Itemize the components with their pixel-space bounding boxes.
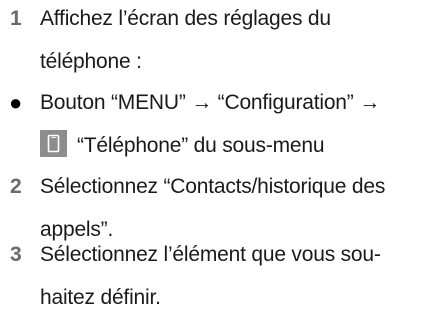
step-text-line: téléphone : [40,50,142,73]
step-text: Affichez l’écran des réglages du télépho… [40,2,428,79]
step-text-line: haitez définir. [40,286,161,309]
substep-text-line: Bouton “MENU” → “Configuration” → [40,91,381,114]
step-number: 1 [10,7,22,30]
instruction-page: 1 Affichez l’écran des réglages du télép… [0,0,430,317]
step-text-line: Sélectionnez l’élément que vous sou- [40,243,381,266]
step-number: 2 [10,175,22,198]
step-text: Sélectionnez “Contacts/historique des ap… [40,170,428,247]
step-text-line: Affichez l’écran des réglages du [40,7,331,30]
step-number: 3 [10,243,22,266]
substep-text-line: “Téléphone” du sous-menu [40,129,428,163]
substep-text: Bouton “MENU” → “Configuration” → “Télép… [40,86,428,163]
phone-icon [40,130,67,157]
step-text-line: Sélectionnez “Contacts/historique des [40,175,386,198]
step-text: Sélectionnez l’élément que vous sou- hai… [40,238,428,315]
bullet-icon: ● [9,90,23,115]
submenu-phone-label: “Téléphone” du sous-menu [77,134,325,157]
